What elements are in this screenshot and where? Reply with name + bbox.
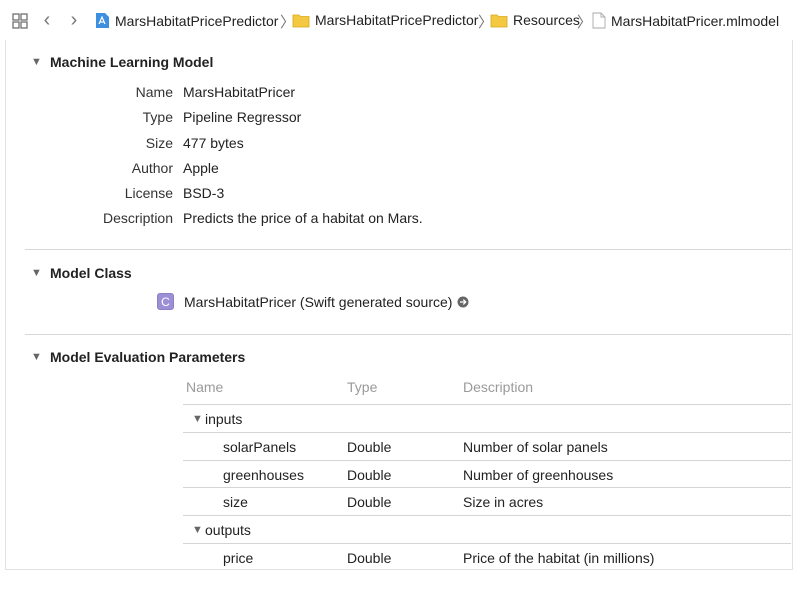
- field-label-license: License: [124, 185, 173, 201]
- swift-class-icon: C: [157, 293, 174, 310]
- field-label-size: Size: [145, 135, 173, 151]
- folder-icon: [292, 14, 310, 27]
- related-items-grid-icon[interactable]: [12, 13, 28, 29]
- breadcrumb-label: MarsHabitatPricePredictor: [315, 12, 479, 28]
- row-separator: [183, 404, 791, 405]
- breadcrumb-label: MarsHabitatPricer.mlmodel: [611, 12, 780, 29]
- row-separator: [183, 432, 791, 433]
- forward-button[interactable]: ›: [65, 10, 83, 30]
- field-value-license: BSD-3: [183, 185, 225, 201]
- breadcrumb-project[interactable]: MarsHabitatPricePredictor: [95, 12, 278, 29]
- breadcrumb-folder[interactable]: MarsHabitatPricePredictor: [292, 12, 478, 28]
- field-value-size: 477 bytes: [183, 135, 244, 151]
- param-name: price: [223, 550, 254, 566]
- row-separator: [183, 460, 791, 461]
- field-value-author: Apple: [183, 160, 219, 176]
- group-label-outputs: outputs: [205, 522, 251, 538]
- section-title-ml-model: Machine Learning Model: [50, 54, 214, 70]
- disclosure-triangle-icon[interactable]: ▼: [192, 413, 203, 425]
- section-divider: [25, 334, 791, 335]
- param-type: Double: [347, 467, 392, 483]
- row-separator: [183, 487, 791, 488]
- param-name: solarPanels: [223, 439, 297, 455]
- param-type: Double: [347, 550, 392, 566]
- breadcrumb-file[interactable]: MarsHabitatPricer.mlmodel: [592, 12, 779, 29]
- param-name: greenhouses: [223, 467, 304, 483]
- column-header-description[interactable]: Description: [463, 379, 533, 395]
- navigation-bar: ‹ › MarsHabitatPricePredictor 〉 MarsHabi…: [0, 0, 800, 40]
- breadcrumb-label: Resources: [513, 12, 580, 28]
- row-separator: [183, 543, 791, 544]
- disclosure-triangle-icon[interactable]: ▼: [192, 524, 203, 536]
- field-value-name: MarsHabitatPricer: [183, 84, 296, 100]
- param-description: Number of greenhouses: [463, 467, 614, 483]
- column-header-name[interactable]: Name: [186, 379, 223, 395]
- xcode-project-icon: [96, 13, 109, 28]
- column-header-type[interactable]: Type: [347, 379, 377, 395]
- param-description: Size in acres: [463, 494, 544, 510]
- param-type: Double: [347, 494, 392, 510]
- row-separator: [183, 515, 791, 516]
- breadcrumb-chevron-icon: 〉: [577, 14, 593, 31]
- breadcrumb-label: MarsHabitatPricePredictor: [115, 12, 279, 29]
- param-description: Price of the habitat (in millions): [463, 550, 655, 566]
- param-description: Number of solar panels: [463, 439, 608, 455]
- disclosure-triangle-icon[interactable]: ▼: [31, 351, 42, 363]
- file-icon: [592, 12, 606, 29]
- back-button[interactable]: ‹: [38, 10, 56, 30]
- disclosure-triangle-icon[interactable]: ▼: [31, 56, 42, 68]
- field-label-type: Type: [142, 109, 173, 125]
- section-title-eval-params: Model Evaluation Parameters: [50, 349, 246, 365]
- field-label-name: Name: [135, 84, 173, 100]
- param-type: Double: [347, 439, 392, 455]
- section-title-model-class: Model Class: [50, 265, 132, 281]
- disclosure-triangle-icon[interactable]: ▼: [31, 267, 42, 279]
- jump-to-source-arrow-icon[interactable]: [457, 296, 469, 308]
- param-name: size: [223, 494, 248, 510]
- field-value-description: Predicts the price of a habitat on Mars.: [183, 210, 423, 226]
- group-label-inputs: inputs: [205, 411, 243, 427]
- folder-icon: [490, 14, 508, 27]
- field-value-type: Pipeline Regressor: [183, 109, 302, 125]
- field-label-description: Description: [102, 210, 173, 226]
- generated-class-link[interactable]: MarsHabitatPricer (Swift generated sourc…: [184, 294, 452, 310]
- breadcrumb-resources[interactable]: Resources: [490, 12, 580, 28]
- section-divider: [25, 249, 791, 250]
- field-label-author: Author: [131, 160, 173, 176]
